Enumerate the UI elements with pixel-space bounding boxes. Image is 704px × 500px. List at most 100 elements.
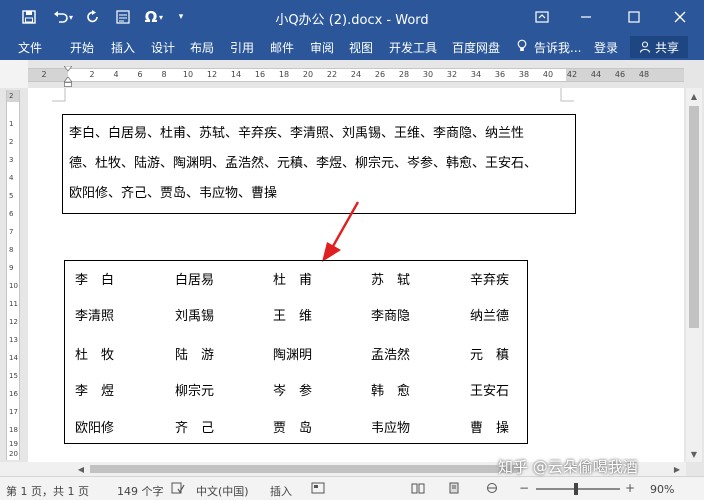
ruler-corner xyxy=(0,60,28,88)
ruler-tick: 10 xyxy=(182,70,194,79)
table-cell: 杜 甫 xyxy=(273,273,313,288)
web-layout-icon[interactable] xyxy=(484,481,500,495)
ruler-tick: 26 xyxy=(374,70,386,79)
table-cell: 曹 操 xyxy=(470,421,510,436)
tab-developer[interactable]: 开发工具 xyxy=(389,39,437,56)
ruler-tick: 20 xyxy=(302,70,314,79)
zoom-slider[interactable] xyxy=(536,488,620,490)
tab-insert[interactable]: 插入 xyxy=(111,39,135,56)
share-button[interactable]: 共享 xyxy=(630,36,688,58)
read-mode-icon[interactable] xyxy=(410,481,426,495)
ruler-tick: 9 xyxy=(9,264,14,272)
ruler-tick: 22 xyxy=(326,70,338,79)
margin-corner-right xyxy=(560,88,574,102)
table-cell: 苏 轼 xyxy=(371,273,411,288)
redo-icon[interactable] xyxy=(82,6,104,28)
table-cell: 陆 游 xyxy=(175,348,215,363)
tab-file[interactable]: 文件 xyxy=(18,39,42,56)
customize-icon[interactable]: ▾ xyxy=(174,6,188,28)
vertical-scroll-thumb[interactable] xyxy=(689,106,699,328)
language-status[interactable]: 中文(中国) xyxy=(196,483,249,499)
ruler-tick: 48 xyxy=(638,70,650,79)
ruler-tick: 42 xyxy=(566,70,578,79)
share-label: 共享 xyxy=(654,40,679,55)
ruler-tick: 44 xyxy=(590,70,602,79)
table-cell: 孟浩然 xyxy=(371,348,411,363)
tab-layout[interactable]: 布局 xyxy=(190,39,214,56)
red-arrow-annotation xyxy=(322,201,360,262)
table-cell: 王 维 xyxy=(273,309,313,324)
ruler-tick: 16 xyxy=(9,390,18,398)
ruler-tick: 18 xyxy=(278,70,290,79)
horizontal-ruler[interactable]: 2 2 4 6 8 10 12 14 16 18 20 22 24 26 28 … xyxy=(28,68,684,82)
maximize-icon[interactable] xyxy=(612,0,656,34)
table-cell: 韩 愈 xyxy=(371,384,411,399)
zoom-slider-knob[interactable] xyxy=(574,483,578,495)
scroll-left-icon[interactable]: ◀ xyxy=(74,462,88,476)
print-layout-icon[interactable] xyxy=(446,481,462,495)
ruler-tick: 13 xyxy=(9,336,18,344)
vertical-ruler[interactable]: 2 1 2 3 4 5 6 7 8 9 10 11 12 13 14 15 16… xyxy=(6,90,20,460)
tab-baidu-netdisk[interactable]: 百度网盘 xyxy=(452,39,500,56)
margin-corner-left xyxy=(52,88,66,102)
save-icon[interactable] xyxy=(18,6,40,28)
indent-marker-icon[interactable] xyxy=(64,66,72,88)
close-icon[interactable] xyxy=(658,0,702,34)
insert-mode-status[interactable]: 插入 xyxy=(270,483,292,499)
table-cell: 辛弃疾 xyxy=(470,273,510,288)
table-cell: 李商隐 xyxy=(371,309,411,324)
word-count-status[interactable]: 149 个字 xyxy=(117,483,164,499)
scroll-down-icon[interactable]: ▼ xyxy=(686,446,702,462)
ruler-tick: 10 xyxy=(9,282,18,290)
paragraph-line: 德、杜牧、陆游、陶渊明、孟浩然、元稹、李煜、柳宗元、岑参、韩愈、王安石、 xyxy=(69,156,538,171)
ribbon-display-icon[interactable] xyxy=(520,0,564,34)
ruler-tick: 30 xyxy=(422,70,434,79)
scroll-right-icon[interactable]: ▶ xyxy=(670,462,684,476)
minimize-icon[interactable] xyxy=(564,0,608,34)
ruler-tick: 34 xyxy=(470,70,482,79)
tab-mailings[interactable]: 邮件 xyxy=(270,39,294,56)
undo-dropdown-icon[interactable]: ▾ xyxy=(66,6,76,28)
table-cell: 陶渊明 xyxy=(273,348,313,363)
paragraph-line: 李白、白居易、杜甫、苏轼、辛弃疾、李清照、刘禹锡、王维、李商隐、纳兰性 xyxy=(69,126,525,141)
ruler-tick: 28 xyxy=(398,70,410,79)
ruler-tick: 15 xyxy=(9,372,18,380)
zoom-in-icon[interactable]: + xyxy=(622,481,638,495)
ruler-tick: 4 xyxy=(113,70,119,79)
ruler-tick: 2 xyxy=(89,70,95,79)
page-count-status[interactable]: 第 1 页，共 1 页 xyxy=(6,483,89,499)
tab-home[interactable]: 开始 xyxy=(70,39,94,56)
proofing-icon[interactable] xyxy=(170,481,186,495)
macro-record-icon[interactable] xyxy=(310,481,326,495)
vertical-scrollbar[interactable]: ▲ ▼ xyxy=(686,88,702,462)
horizontal-scroll-thumb[interactable] xyxy=(90,465,520,473)
ruler-tick: 6 xyxy=(9,210,14,218)
tab-references[interactable]: 引用 xyxy=(230,39,254,56)
ruler-tick: 40 xyxy=(542,70,554,79)
symbol-dropdown-icon[interactable]: ▾ xyxy=(156,6,166,28)
tab-design[interactable]: 设计 xyxy=(151,39,175,56)
zoom-level[interactable]: 90% xyxy=(650,483,674,496)
table-cell: 欧阳修 xyxy=(75,421,115,436)
table-cell: 纳兰德 xyxy=(470,309,510,324)
zoom-out-icon[interactable]: − xyxy=(516,481,532,495)
ruler-tick: 24 xyxy=(350,70,362,79)
format-icon[interactable] xyxy=(112,6,134,28)
tell-me-search[interactable]: 告诉我... xyxy=(534,39,581,56)
ruler-tick: 1 xyxy=(9,120,14,128)
table-cell: 齐 己 xyxy=(175,421,215,436)
ruler-tick: 11 xyxy=(9,300,18,308)
ruler-tick: 8 xyxy=(161,70,167,79)
ruler-tick: 14 xyxy=(230,70,242,79)
ruler-tick: 19 xyxy=(9,440,18,448)
table-cell: 岑 参 xyxy=(273,384,313,399)
names-table[interactable]: 李 白 白居易 杜 甫 苏 轼 辛弃疾 李清照 刘禹锡 王 维 李商隐 纳兰德 … xyxy=(64,260,528,444)
ruler-tick: 5 xyxy=(9,192,14,200)
table-cell: 韦应物 xyxy=(371,421,411,436)
scroll-up-icon[interactable]: ▲ xyxy=(686,88,702,104)
sign-in-link[interactable]: 登录 xyxy=(594,39,618,56)
tab-review[interactable]: 审阅 xyxy=(310,39,334,56)
ruler-tick: 6 xyxy=(137,70,143,79)
ribbon-tab-bar: 文件 开始 插入 设计 布局 引用 邮件 审阅 视图 开发工具 百度网盘 告诉我… xyxy=(0,34,704,60)
tab-view[interactable]: 视图 xyxy=(349,39,373,56)
